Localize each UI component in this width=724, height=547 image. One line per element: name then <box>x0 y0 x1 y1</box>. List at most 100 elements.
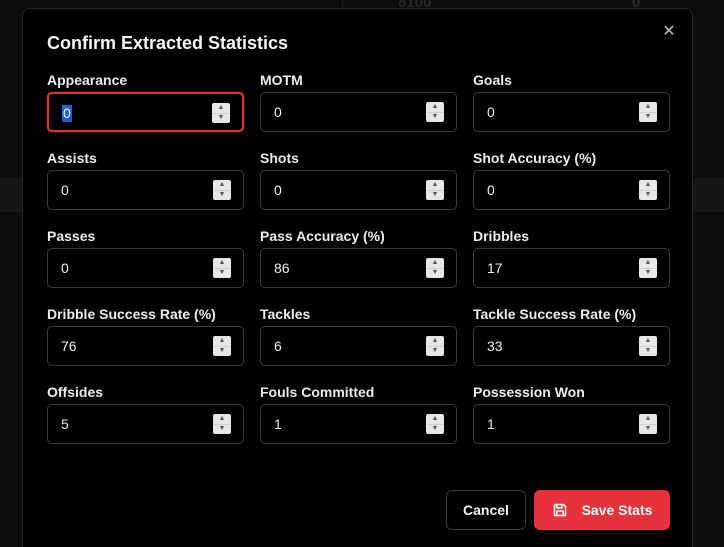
field-label: Tackles <box>260 306 311 322</box>
chevron-up-icon[interactable]: ▲ <box>639 336 657 347</box>
number-stepper[interactable]: ▲ ▼ <box>639 414 657 434</box>
number-stepper[interactable]: ▲ ▼ <box>639 102 657 122</box>
chevron-up-icon[interactable]: ▲ <box>639 414 657 425</box>
field-label: Dribble Success Rate (%) <box>47 306 216 322</box>
field-label: Appearance <box>47 72 128 88</box>
number-stepper[interactable]: ▲ ▼ <box>426 414 444 434</box>
field-offsides: Offsides 5 ▲ ▼ <box>47 384 244 444</box>
field-value: 0 <box>61 260 69 276</box>
chevron-up-icon[interactable]: ▲ <box>212 103 230 114</box>
field-value: 17 <box>487 260 503 276</box>
chevron-up-icon[interactable]: ▲ <box>213 414 231 425</box>
field-shot-accuracy: Shot Accuracy (%) 0 ▲ ▼ <box>473 150 670 210</box>
field-appearance: Appearance 0 ▲ ▼ <box>47 72 244 132</box>
chevron-down-icon[interactable]: ▼ <box>639 113 657 123</box>
field-value: 1 <box>487 416 495 432</box>
number-stepper[interactable]: ▲ ▼ <box>426 336 444 356</box>
pass-accuracy-input[interactable]: 86 ▲ ▼ <box>260 248 457 288</box>
field-value: 86 <box>274 260 290 276</box>
field-possession-won: Possession Won 1 ▲ ▼ <box>473 384 670 444</box>
possession-won-input[interactable]: 1 ▲ ▼ <box>473 404 670 444</box>
chevron-up-icon[interactable]: ▲ <box>639 258 657 269</box>
field-dribble-success-rate: Dribble Success Rate (%) 76 ▲ ▼ <box>47 306 244 366</box>
chevron-down-icon[interactable]: ▼ <box>426 113 444 123</box>
number-stepper[interactable]: ▲ ▼ <box>213 336 231 356</box>
field-label: Fouls Committed <box>260 384 375 400</box>
shot-accuracy-input[interactable]: 0 ▲ ▼ <box>473 170 670 210</box>
field-value: 0 <box>274 182 282 198</box>
chevron-down-icon[interactable]: ▼ <box>426 191 444 201</box>
field-shots: Shots 0 ▲ ▼ <box>260 150 457 210</box>
number-stepper[interactable]: ▲ ▼ <box>213 414 231 434</box>
chevron-down-icon[interactable]: ▼ <box>213 425 231 435</box>
chevron-up-icon[interactable]: ▲ <box>426 258 444 269</box>
chevron-up-icon[interactable]: ▲ <box>213 336 231 347</box>
chevron-down-icon[interactable]: ▼ <box>426 425 444 435</box>
chevron-down-icon[interactable]: ▼ <box>213 269 231 279</box>
tackles-input[interactable]: 6 ▲ ▼ <box>260 326 457 366</box>
shots-input[interactable]: 0 ▲ ▼ <box>260 170 457 210</box>
chevron-up-icon[interactable]: ▲ <box>426 414 444 425</box>
chevron-down-icon[interactable]: ▼ <box>426 347 444 357</box>
number-stepper[interactable]: ▲ ▼ <box>212 103 230 123</box>
field-value: 0 <box>487 104 495 120</box>
appearance-input[interactable]: 0 ▲ ▼ <box>47 92 244 132</box>
assists-input[interactable]: 0 ▲ ▼ <box>47 170 244 210</box>
dialog-title: Confirm Extracted Statistics <box>47 33 289 53</box>
number-stepper[interactable]: ▲ ▼ <box>639 336 657 356</box>
field-label: Goals <box>473 72 512 88</box>
chevron-down-icon[interactable]: ▼ <box>639 191 657 201</box>
chevron-up-icon[interactable]: ▲ <box>213 180 231 191</box>
dribbles-input[interactable]: 17 ▲ ▼ <box>473 248 670 288</box>
number-stepper[interactable]: ▲ ▼ <box>639 180 657 200</box>
number-stepper[interactable]: ▲ ▼ <box>213 180 231 200</box>
close-icon[interactable]: ✕ <box>662 23 676 41</box>
tackle-success-rate-input[interactable]: 33 ▲ ▼ <box>473 326 670 366</box>
save-stats-button[interactable]: Save Stats <box>534 490 670 530</box>
field-fouls-committed: Fouls Committed 1 ▲ ▼ <box>260 384 457 444</box>
number-stepper[interactable]: ▲ ▼ <box>426 180 444 200</box>
cancel-button[interactable]: Cancel <box>446 490 526 530</box>
passes-input[interactable]: 0 ▲ ▼ <box>47 248 244 288</box>
field-tackles: Tackles 6 ▲ ▼ <box>260 306 457 366</box>
number-stepper[interactable]: ▲ ▼ <box>426 258 444 278</box>
field-value: 0 <box>487 182 495 198</box>
chevron-up-icon[interactable]: ▲ <box>426 102 444 113</box>
field-label: Tackle Success Rate (%) <box>473 306 637 322</box>
field-label: MOTM <box>260 72 303 88</box>
field-assists: Assists 0 ▲ ▼ <box>47 150 244 210</box>
field-passes: Passes 0 ▲ ▼ <box>47 228 244 288</box>
number-stepper[interactable]: ▲ ▼ <box>639 258 657 278</box>
dribble-success-rate-input[interactable]: 76 ▲ ▼ <box>47 326 244 366</box>
motm-input[interactable]: 0 ▲ ▼ <box>260 92 457 132</box>
chevron-down-icon[interactable]: ▼ <box>639 347 657 357</box>
chevron-down-icon[interactable]: ▼ <box>426 269 444 279</box>
field-pass-accuracy: Pass Accuracy (%) 86 ▲ ▼ <box>260 228 457 288</box>
chevron-down-icon[interactable]: ▼ <box>639 269 657 279</box>
number-stepper[interactable]: ▲ ▼ <box>426 102 444 122</box>
offsides-input[interactable]: 5 ▲ ▼ <box>47 404 244 444</box>
fouls-committed-input[interactable]: 1 ▲ ▼ <box>260 404 457 444</box>
chevron-down-icon[interactable]: ▼ <box>213 191 231 201</box>
field-label: Offsides <box>47 384 104 400</box>
field-label: Assists <box>47 150 97 166</box>
field-value: 76 <box>61 338 77 354</box>
goals-input[interactable]: 0 ▲ ▼ <box>473 92 670 132</box>
confirm-stats-dialog: Confirm Extracted Statistics ✕ Appearanc… <box>22 8 693 547</box>
stats-form-grid: Appearance 0 ▲ ▼ MOTM 0 ▲ ▼ Goals 0 ▲ ▼ … <box>47 72 670 444</box>
field-value: 0 <box>274 104 282 120</box>
chevron-up-icon[interactable]: ▲ <box>639 102 657 113</box>
chevron-up-icon[interactable]: ▲ <box>639 180 657 191</box>
number-stepper[interactable]: ▲ ▼ <box>213 258 231 278</box>
field-motm: MOTM 0 ▲ ▼ <box>260 72 457 132</box>
chevron-up-icon[interactable]: ▲ <box>426 336 444 347</box>
chevron-up-icon[interactable]: ▲ <box>426 180 444 191</box>
chevron-down-icon[interactable]: ▼ <box>212 114 230 124</box>
chevron-up-icon[interactable]: ▲ <box>213 258 231 269</box>
chevron-down-icon[interactable]: ▼ <box>213 347 231 357</box>
field-value: 33 <box>487 338 503 354</box>
field-value: 0 <box>62 105 72 122</box>
save-button-label: Save Stats <box>581 502 653 518</box>
field-dribbles: Dribbles 17 ▲ ▼ <box>473 228 670 288</box>
chevron-down-icon[interactable]: ▼ <box>639 425 657 435</box>
